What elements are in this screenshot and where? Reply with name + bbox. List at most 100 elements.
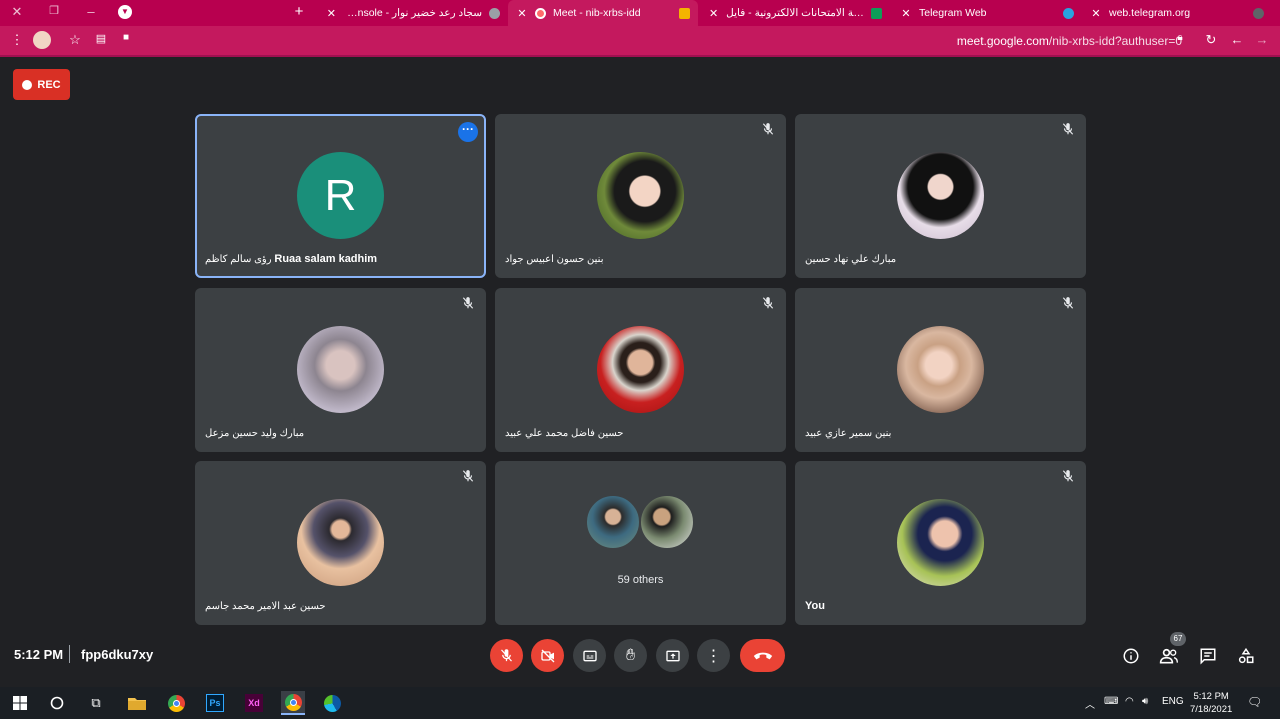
present-screen-icon bbox=[665, 650, 680, 661]
participant-count-badge: 67 bbox=[1170, 632, 1186, 646]
tab-title: فورمة الامتحانات الالكترونية - فايل bbox=[726, 7, 864, 19]
meeting-time: 5:12 PM bbox=[14, 647, 64, 662]
participant-name-ar: رؤى سالم كاظم bbox=[205, 254, 272, 265]
mic-muted-icon bbox=[1060, 296, 1076, 312]
mic-toggle-button[interactable] bbox=[490, 639, 523, 672]
tab-title: سجاد رعد خضير نوار - nin Console bbox=[344, 7, 482, 19]
people-icon[interactable] bbox=[1158, 645, 1180, 667]
keyboard-icon[interactable]: ⌨︎ bbox=[1104, 696, 1118, 707]
present-button[interactable] bbox=[656, 639, 689, 672]
reader-mode-icon[interactable]: ▤ bbox=[92, 32, 110, 45]
task-view-icon[interactable]: ⧉ bbox=[84, 691, 108, 715]
participant-name: مبارك وليد حسين مزعل bbox=[205, 428, 305, 439]
participant-name: You bbox=[805, 600, 825, 612]
tab-strip: ✕ ❐ – ▼ + ✕ سجاد رعد خضير نوار - nin Con… bbox=[0, 0, 1280, 26]
photoshop-icon[interactable]: Ps bbox=[203, 691, 227, 715]
avatar bbox=[585, 494, 641, 550]
new-tab-button[interactable]: + bbox=[290, 3, 308, 20]
tab-telegram-org[interactable]: ✕ web.telegram.org bbox=[1082, 0, 1272, 26]
record-dot-icon bbox=[22, 79, 33, 90]
recording-label: REC bbox=[37, 78, 61, 91]
profile-avatar-icon[interactable] bbox=[33, 31, 51, 49]
avatar: R bbox=[297, 152, 384, 239]
avatar bbox=[897, 152, 984, 239]
hang-up-icon bbox=[753, 652, 772, 659]
meeting-details-icon[interactable] bbox=[1120, 645, 1142, 667]
lock-icon[interactable]: 🔒︎ bbox=[1171, 32, 1189, 43]
meet-icon bbox=[535, 7, 546, 19]
participant-name: حسين عبد الامير محمد جاسم bbox=[205, 601, 326, 612]
participant-tile[interactable]: R ··· رؤى سالم كاظم Ruaa salam kadhim bbox=[195, 114, 486, 278]
participant-tile[interactable]: مبارك علي نهاد حسين bbox=[795, 114, 1086, 278]
others-tile[interactable]: 59 others bbox=[495, 461, 786, 625]
chrome-profile-icon[interactable] bbox=[281, 691, 305, 715]
close-tab-icon[interactable]: ✕ bbox=[326, 7, 337, 20]
meet-camera-icon bbox=[679, 7, 690, 19]
forward-arrow-icon[interactable]: → bbox=[1253, 32, 1271, 47]
menu-kebab-icon[interactable]: ⋮ bbox=[8, 32, 26, 48]
wifi-icon[interactable]: ◠ bbox=[1125, 696, 1134, 707]
volume-icon[interactable]: 🔊︎ bbox=[1142, 696, 1148, 707]
bookmark-star-icon[interactable]: ☆ bbox=[66, 32, 84, 48]
participant-tile[interactable]: حسين فاضل محمد علي عبيد bbox=[495, 288, 786, 452]
divider bbox=[69, 645, 70, 663]
show-hidden-icons[interactable]: ︿ bbox=[1085, 696, 1095, 711]
close-window-icon[interactable]: ✕ bbox=[8, 4, 26, 20]
tab-sheets[interactable]: ✕ فورمة الامتحانات الالكترونية - فايل bbox=[700, 0, 890, 26]
url-field[interactable]: meet.google.com/nib-xrbs-idd?authuser=0 bbox=[957, 34, 1182, 48]
avatar bbox=[297, 499, 384, 586]
windows-start-icon[interactable] bbox=[8, 691, 32, 715]
tab-meet[interactable]: ✕ Meet - nib-xrbs-idd bbox=[508, 0, 698, 26]
close-tab-icon[interactable]: ✕ bbox=[516, 7, 528, 20]
captions-button[interactable] bbox=[573, 639, 606, 672]
avatar bbox=[897, 499, 984, 586]
tab-title: web.telegram.org bbox=[1109, 7, 1191, 19]
more-options-button[interactable]: ⋮ bbox=[697, 639, 730, 672]
hand-icon: ✋︎ bbox=[625, 646, 636, 664]
tab-console[interactable]: ✕ سجاد رعد خضير نوار - nin Console bbox=[318, 0, 508, 26]
edge-icon[interactable] bbox=[320, 691, 344, 715]
minimize-window-icon[interactable]: – bbox=[82, 4, 100, 19]
participant-tile[interactable]: حسين عبد الامير محمد جاسم bbox=[195, 461, 486, 625]
participant-name-en: Ruaa salam kadhim bbox=[274, 253, 378, 265]
chat-icon[interactable] bbox=[1197, 645, 1219, 667]
url-host: meet.google.com bbox=[956, 34, 1049, 48]
camera-in-use-icon[interactable]: ■ bbox=[117, 32, 135, 43]
mic-muted-icon bbox=[760, 122, 776, 138]
adobe-xd-icon[interactable]: Xd bbox=[242, 691, 266, 715]
search-circle-icon[interactable] bbox=[45, 691, 69, 715]
file-explorer-icon[interactable] bbox=[125, 691, 149, 715]
participant-tile[interactable]: بنين سمير عازي عبيد bbox=[795, 288, 1086, 452]
reload-icon[interactable]: ↻ bbox=[1202, 32, 1220, 48]
mic-muted-icon bbox=[1060, 122, 1076, 138]
tab-telegram-web[interactable]: ✕ Telegram Web bbox=[892, 0, 1082, 26]
participant-tile[interactable]: مبارك وليد حسين مزعل bbox=[195, 288, 486, 452]
notifications-icon[interactable]: 🗨︎ bbox=[1247, 695, 1262, 709]
back-arrow-icon[interactable]: ← bbox=[1228, 32, 1246, 47]
participant-tile[interactable]: بنين حسون اعبيس جواد bbox=[495, 114, 786, 278]
chrome-icon[interactable] bbox=[164, 691, 188, 715]
camera-toggle-button[interactable] bbox=[531, 639, 564, 672]
self-tile[interactable]: You bbox=[795, 461, 1086, 625]
mic-muted-icon bbox=[460, 469, 476, 485]
tab-search-icon[interactable]: ▼ bbox=[118, 5, 132, 19]
restore-window-icon[interactable]: ❐ bbox=[45, 4, 63, 17]
more-options-icon[interactable]: ··· bbox=[458, 122, 478, 142]
participant-name: رؤى سالم كاظم Ruaa salam kadhim bbox=[205, 253, 377, 265]
globe-icon bbox=[1253, 7, 1264, 19]
participant-name: مبارك علي نهاد حسين bbox=[805, 254, 897, 265]
url-path: /nib-xrbs-idd?authuser=0 bbox=[1048, 34, 1182, 48]
leave-call-button[interactable] bbox=[740, 639, 785, 672]
close-tab-icon[interactable]: ✕ bbox=[900, 7, 912, 20]
close-tab-icon[interactable]: ✕ bbox=[1090, 7, 1102, 20]
input-language[interactable]: ENG bbox=[1162, 696, 1184, 707]
system-clock[interactable]: 5:12 PM 7/18/2021 bbox=[1190, 690, 1232, 716]
avatar bbox=[597, 326, 684, 413]
close-tab-icon[interactable]: ✕ bbox=[708, 7, 719, 20]
raise-hand-button[interactable]: ✋︎ bbox=[614, 639, 647, 672]
mic-muted-icon bbox=[760, 296, 776, 312]
activities-icon[interactable] bbox=[1235, 645, 1257, 667]
clock-date: 7/18/2021 bbox=[1190, 704, 1233, 715]
participant-name: بنين حسون اعبيس جواد bbox=[505, 254, 604, 265]
tab-title: Meet - nib-xrbs-idd bbox=[553, 7, 641, 19]
